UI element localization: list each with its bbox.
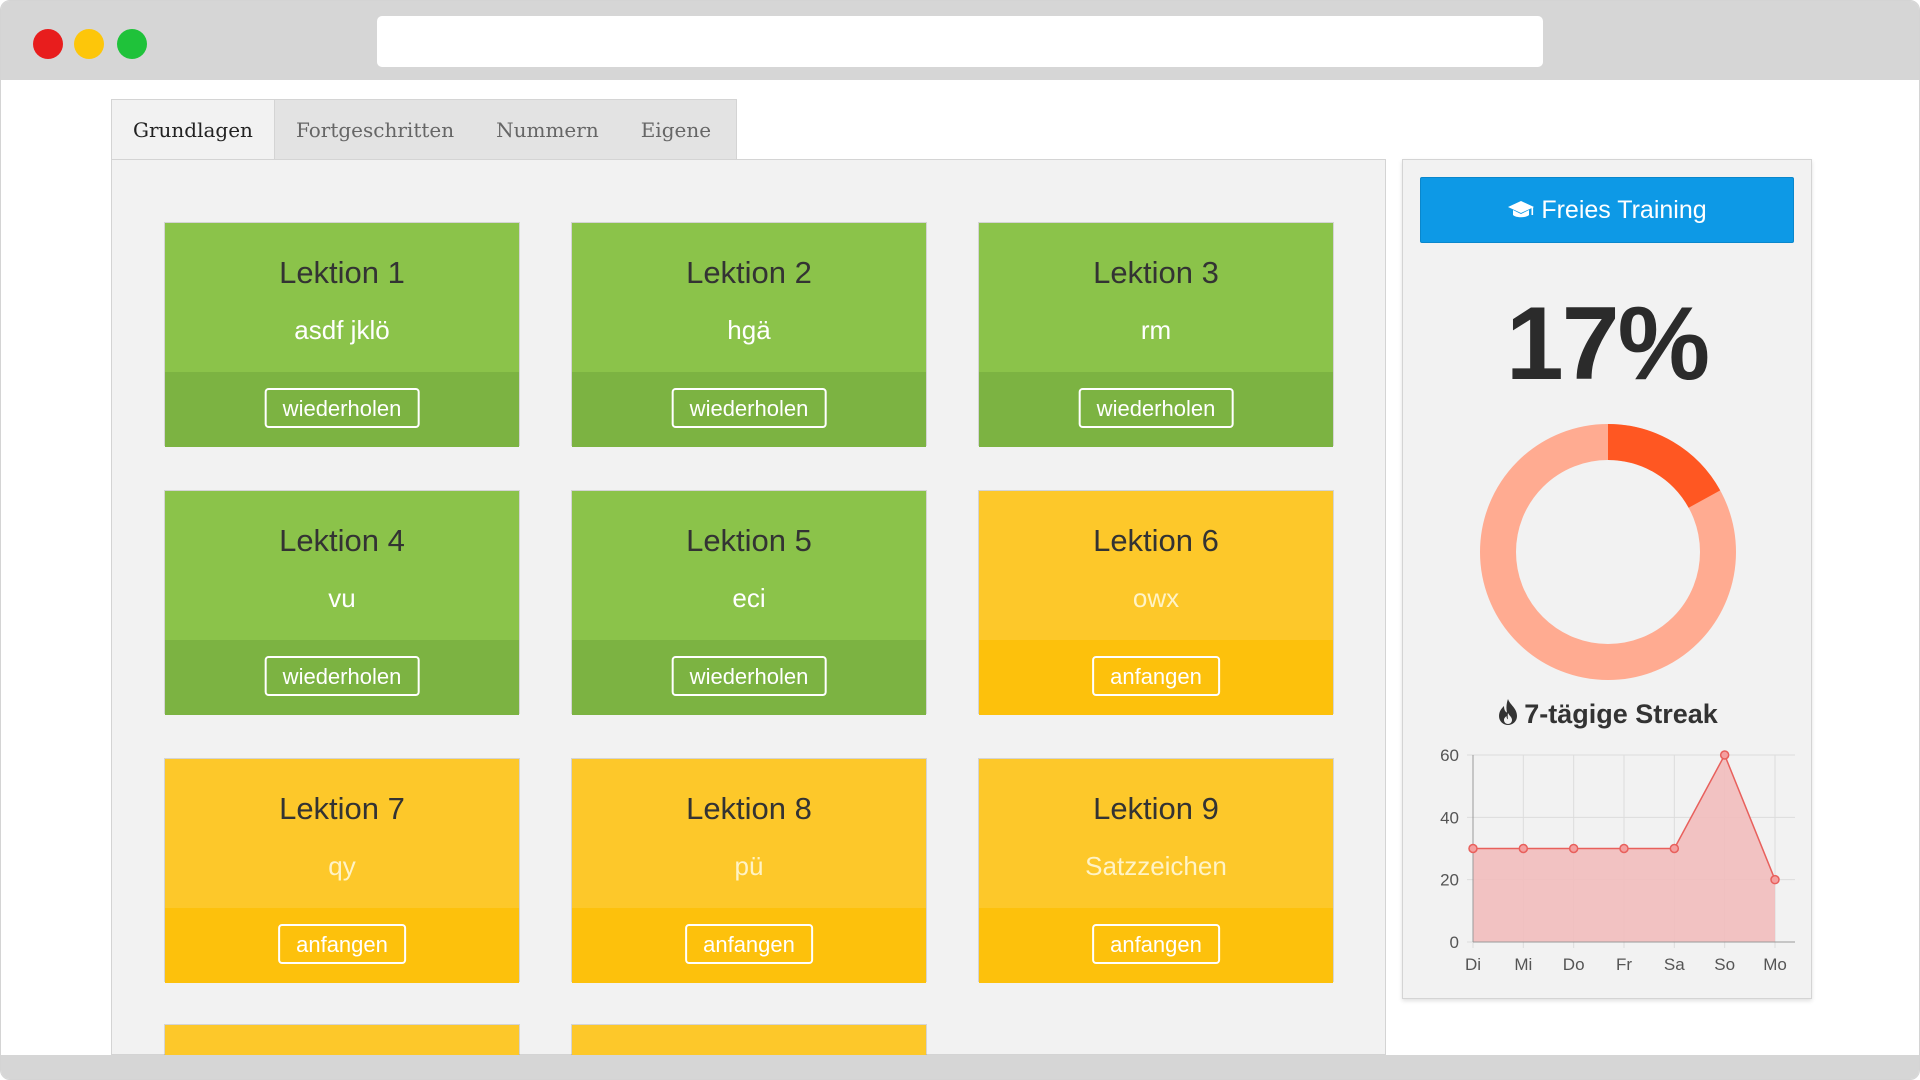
browser-titlebar	[1, 1, 1919, 80]
lesson-start-button[interactable]: anfangen	[1092, 924, 1220, 964]
streak-point	[1468, 843, 1478, 854]
streak-point	[1719, 750, 1730, 760]
streak-point	[1518, 843, 1529, 854]
tab-nummern[interactable]: Nummern	[475, 100, 620, 160]
lesson-repeat-button[interactable]: wiederholen	[671, 388, 827, 428]
lesson-card-footer: anfangen	[165, 908, 519, 983]
lesson-grid-panel: Lektion 9 Satzzeichen anfangen Lektion 8 pü a…	[111, 159, 1386, 1059]
x-tick-label: Mi	[1514, 955, 1532, 974]
streak-heading: 7-tägige Streak	[1403, 698, 1811, 733]
streak-point	[1669, 843, 1680, 854]
lesson-repeat-button[interactable]: wiederholen	[264, 388, 420, 428]
progress-sidebar: Freies Training 17% 7-tägige Streak 0 20 4…	[1402, 159, 1812, 999]
lesson-keys: pü	[734, 851, 764, 881]
streak-point	[1770, 874, 1780, 885]
lesson-card-footer: wiederholen	[572, 372, 926, 447]
lesson-card-partial	[164, 1024, 520, 1059]
lesson-category-tabs: Grundlagen Fortgeschritten Nummern Eigen…	[111, 99, 737, 162]
lesson-keys: Satzzeichen	[1085, 851, 1227, 881]
tab-fortgeschritten[interactable]: Fortgeschritten	[275, 100, 475, 160]
lesson-title: Lektion 3	[1093, 255, 1219, 290]
progress-percent: 17%	[1505, 286, 1710, 402]
y-tick-label: 60	[1440, 746, 1459, 765]
streak-point	[1619, 843, 1629, 854]
lesson-title: Lektion 5	[686, 523, 812, 558]
lesson-card: Lektion 5 eci wiederholen	[571, 490, 927, 715]
lesson-keys: asdf jklö	[294, 315, 390, 345]
lesson-start-button[interactable]: anfangen	[278, 924, 406, 964]
lesson-card-top: Lektion 3 rm	[979, 223, 1333, 372]
lesson-card: Lektion 9 Satzzeichen anfangen	[978, 758, 1334, 983]
x-tick-label: So	[1714, 955, 1735, 974]
lesson-start-button[interactable]: anfangen	[685, 924, 813, 964]
maximize-window-button[interactable]	[117, 29, 147, 59]
progress-donut-chart	[1480, 424, 1736, 680]
lesson-card-top: Lektion 2 hgä	[572, 223, 926, 372]
tab-eigene[interactable]: Eigene	[620, 100, 732, 160]
x-tick-label: Do	[1563, 955, 1585, 974]
browser-bottom-bar	[1, 1055, 1919, 1079]
x-tick-label: Fr	[1616, 955, 1632, 974]
lesson-card-footer: wiederholen	[165, 372, 519, 447]
lesson-card: Lektion 2 hgä wiederholen	[571, 222, 927, 447]
address-bar[interactable]	[377, 16, 1543, 67]
lesson-card-footer: anfangen	[572, 908, 926, 983]
lesson-title: Lektion 8	[686, 791, 812, 826]
lesson-card-top: Lektion 9 Satzzeichen	[979, 759, 1333, 908]
lesson-card: Lektion 7 qy anfangen	[164, 758, 520, 983]
lesson-title: Lektion 7	[279, 791, 405, 826]
free-training-label: Freies Training	[1541, 196, 1707, 224]
lesson-keys: qy	[328, 851, 356, 881]
lesson-card: Lektion 8 pü anfangen	[571, 758, 927, 983]
streak-label: 7-tägige Streak	[1524, 699, 1718, 729]
lesson-card-top: Lektion 8 pü	[572, 759, 926, 908]
lesson-title: Lektion 6	[1093, 523, 1219, 558]
graduation-cap-icon	[1507, 181, 1535, 245]
lesson-keys: owx	[1132, 583, 1180, 613]
close-window-button[interactable]	[33, 29, 63, 59]
lesson-card-top	[572, 1025, 926, 1059]
lesson-card: Lektion 4 vu wiederholen	[164, 490, 520, 715]
streak-line-chart: 0 20 40 60 Di Mi Do Fr Sa So Mo	[1440, 746, 1795, 974]
x-tick-label: Sa	[1664, 955, 1685, 974]
lesson-keys: hgä	[727, 315, 771, 345]
lesson-card: Lektion 3 rm wiederholen	[978, 222, 1334, 447]
lesson-repeat-button[interactable]: wiederholen	[1078, 388, 1234, 428]
x-tick-label: Mo	[1763, 955, 1787, 974]
lesson-card-partial	[571, 1024, 927, 1059]
lesson-keys: eci	[732, 583, 766, 613]
browser-window: Grundlagen Fortgeschritten Nummern Eigen…	[0, 0, 1920, 1080]
lesson-title: Lektion 2	[686, 255, 812, 290]
lesson-title: Lektion 4	[279, 523, 405, 558]
lesson-card-footer: wiederholen	[572, 640, 926, 715]
streak-point	[1568, 843, 1579, 854]
lesson-title: Lektion 9	[1093, 791, 1219, 826]
lesson-card-top	[165, 1025, 519, 1059]
lesson-card-top: Lektion 5 eci	[572, 491, 926, 640]
lesson-card-footer: wiederholen	[165, 640, 519, 715]
lesson-card-top: Lektion 6 owx	[979, 491, 1333, 640]
lesson-repeat-button[interactable]: wiederholen	[264, 656, 420, 696]
lesson-card-footer: anfangen	[979, 908, 1333, 983]
y-tick-label: 0	[1450, 933, 1459, 952]
lesson-title: Lektion 1	[279, 255, 405, 290]
lesson-card-top: Lektion 4 vu	[165, 491, 519, 640]
free-training-button[interactable]: Freies Training	[1420, 177, 1794, 243]
tab-grundlagen[interactable]: Grundlagen	[112, 100, 275, 162]
lesson-card: Lektion 6 owx anfangen	[978, 490, 1334, 715]
y-tick-label: 40	[1440, 808, 1459, 827]
lesson-card: Lektion 1 asdf jklö wiederholen	[164, 222, 520, 447]
lesson-repeat-button[interactable]: wiederholen	[671, 656, 827, 696]
lesson-card-top: Lektion 7 qy	[165, 759, 519, 908]
lesson-card-footer: anfangen	[979, 640, 1333, 715]
lesson-keys: rm	[1140, 315, 1172, 345]
lesson-card-top: Lektion 1 asdf jklö	[165, 223, 519, 372]
fire-icon	[1496, 698, 1520, 733]
lesson-start-button[interactable]: anfangen	[1092, 656, 1220, 696]
minimize-window-button[interactable]	[74, 29, 104, 59]
lesson-card-footer: wiederholen	[979, 372, 1333, 447]
lesson-keys: vu	[328, 583, 356, 613]
y-tick-label: 20	[1440, 871, 1459, 890]
x-tick-label: Di	[1465, 955, 1481, 974]
